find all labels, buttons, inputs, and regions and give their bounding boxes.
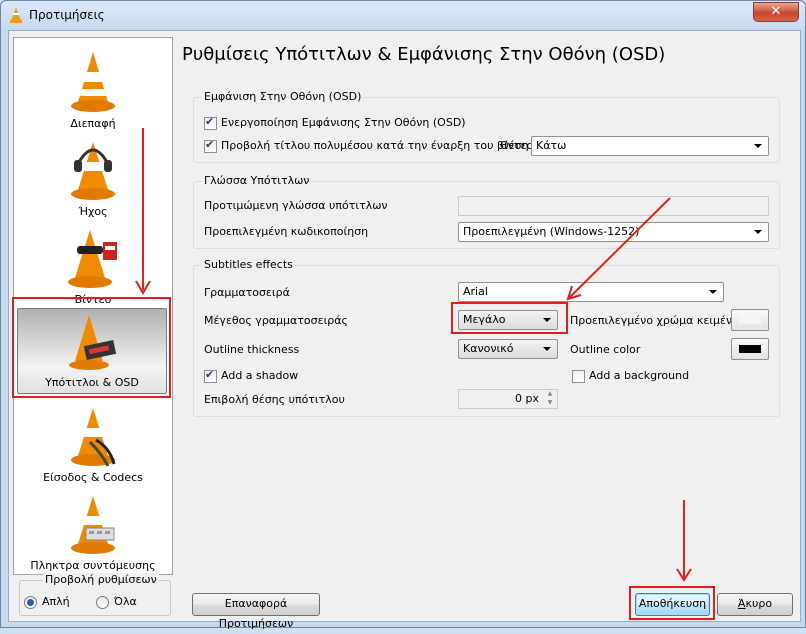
sidebar-item-video[interactable]: Βίντεο [14, 222, 172, 308]
sidebar-item-label: Είσοδος & Codecs [43, 471, 143, 484]
subtitle-language-group: Γλώσσα Υπότιτλων Προτιμώμενη γλώσσα υπότ… [193, 174, 780, 249]
font-value: Arial [463, 285, 488, 298]
font-size-select[interactable]: Μεγάλο [458, 310, 558, 330]
font-select[interactable]: Arial [458, 282, 724, 302]
vlc-cone-icon [71, 52, 115, 112]
outline-thickness-select[interactable]: Κανονικό [458, 339, 558, 359]
subtitle-effects-title: Subtitles effects [202, 258, 295, 271]
cancel-label-rest: κυρο [745, 597, 773, 610]
chevron-down-icon [754, 144, 762, 148]
sidebar-item-label: Ήχος [78, 205, 108, 218]
vlc-icon [10, 7, 22, 23]
font-label: Γραμματοσειρά [204, 286, 290, 299]
position-label: Θέση [500, 139, 529, 152]
force-position-value: 0 px [515, 392, 539, 405]
subtitle-language-title: Γλώσσα Υπότιτλων [202, 174, 312, 187]
client-area: Διεπαφή Ήχος Βίντεο Υπότιτλοι & OSD Είσο… [8, 30, 801, 630]
add-background-label: Add a background [589, 369, 690, 382]
window-title: Προτιμήσεις [29, 8, 105, 22]
save-button[interactable]: Αποθήκευση [635, 593, 710, 616]
view-mode-group: Προβολή ρυθμίσεων Απλή Όλα [19, 573, 171, 616]
chevron-down-icon [543, 318, 551, 322]
add-background-checkbox[interactable] [572, 370, 585, 383]
cancel-mnemonic: Ά [737, 597, 746, 610]
vlc-cone-glasses-icon [68, 230, 117, 288]
sidebar-item-audio[interactable]: Ήχος [14, 134, 172, 220]
font-size-value: Μεγάλο [463, 313, 506, 326]
view-mode-title: Προβολή ρυθμίσεων [43, 573, 159, 586]
vlc-cone-subtitles-icon [69, 315, 117, 370]
view-mode-simple-radio[interactable] [24, 596, 37, 609]
sidebar-item-label: Βίντεο [74, 293, 112, 306]
force-position-label: Επιβολή θέσης υπότιτλου [204, 393, 345, 406]
close-button[interactable]: ✕ [753, 2, 799, 22]
show-title-label: Προβολή τίτλου πολυμέσου κατά την έναρξη… [221, 139, 534, 152]
category-sidebar: Διεπαφή Ήχος Βίντεο Υπότιτλοι & OSD Είσο… [13, 37, 173, 575]
sidebar-item-interface[interactable]: Διεπαφή [14, 46, 172, 132]
sidebar-item-label: Διεπαφή [70, 117, 116, 130]
page-title: Ρυθμίσεις Υπότιτλων & Εμφάνισης Στην Οθό… [182, 44, 666, 65]
chevron-down-icon [754, 230, 762, 234]
sidebar-item-label: Πληκτρα συντόμευσης [30, 559, 156, 572]
outline-thickness-label: Outline thickness [204, 343, 300, 356]
sidebar-item-subtitles-osd[interactable]: Υπότιτλοι & OSD [17, 308, 167, 394]
position-value: Κάτω [536, 139, 567, 152]
default-encoding-label: Προεπιλεγμένη κωδικοποίηση [204, 225, 369, 238]
vlc-cone-headphones-icon [71, 142, 115, 200]
cancel-button[interactable]: Άκυρο [717, 593, 793, 616]
osd-enable-label: Ενεργοποίηση Εμφάνισης Στην Οθόνη (OSD) [221, 116, 466, 129]
outline-color-button[interactable] [731, 338, 769, 360]
spin-up-icon[interactable]: ▲ [544, 390, 556, 398]
default-encoding-value: Προεπιλεγμένη (Windows-1252) [463, 225, 640, 238]
text-color-swatch [739, 316, 761, 324]
text-color-button[interactable] [731, 309, 769, 331]
preferences-window: Προτιμήσεις ✕ Διεπαφή Ήχος Βίντεο Υπότιτ… [0, 0, 806, 630]
force-position-spinbox[interactable]: 0 px ▲ ▼ [458, 389, 558, 409]
subtitle-effects-group: Subtitles effects Γραμματοσειρά Arial Μέ… [193, 258, 780, 417]
reset-preferences-button[interactable]: Επαναφορά Προτιμήσεων [192, 593, 320, 630]
add-shadow-checkbox[interactable] [204, 368, 217, 383]
show-title-checkbox[interactable] [204, 138, 217, 153]
chevron-down-icon [709, 290, 717, 294]
sidebar-item-hotkeys[interactable]: Πληκτρα συντόμευσης [14, 488, 172, 574]
preferred-language-label: Προτιμώμενη γλώσσα υπότιτλων [204, 199, 388, 212]
vlc-cone-cable-icon [71, 408, 116, 467]
sidebar-item-input-codecs[interactable]: Είσοδος & Codecs [14, 400, 172, 486]
position-select[interactable]: Κάτω [531, 136, 769, 156]
view-mode-all-radio[interactable] [96, 596, 109, 609]
vlc-cone-keyboard-icon [71, 496, 115, 554]
osd-group: Εμφάνιση Στην Οθόνη (OSD) Ενεργοποίηση Ε… [193, 90, 780, 163]
outline-color-label: Outline color [570, 343, 641, 356]
font-size-label: Μέγεθος γραμματοσειράς [204, 314, 348, 327]
add-shadow-label: Add a shadow [221, 369, 299, 382]
view-mode-all-label: Όλα [114, 595, 137, 608]
default-encoding-select[interactable]: Προεπιλεγμένη (Windows-1252) [458, 222, 769, 242]
title-bar[interactable]: Προτιμήσεις ✕ [1, 1, 805, 29]
sidebar-item-label: Υπότιτλοι & OSD [45, 376, 139, 389]
text-color-label: Προεπιλεγμένο χρώμα κειμένου [570, 314, 746, 327]
view-mode-simple-label: Απλή [42, 595, 70, 608]
outline-color-swatch [739, 345, 761, 353]
preferred-language-input[interactable] [458, 196, 769, 216]
osd-group-title: Εμφάνιση Στην Οθόνη (OSD) [202, 90, 364, 103]
osd-enable-checkbox[interactable] [204, 115, 217, 130]
spin-down-icon[interactable]: ▼ [544, 399, 556, 407]
outline-thickness-value: Κανονικό [463, 342, 514, 355]
chevron-down-icon [543, 347, 551, 351]
